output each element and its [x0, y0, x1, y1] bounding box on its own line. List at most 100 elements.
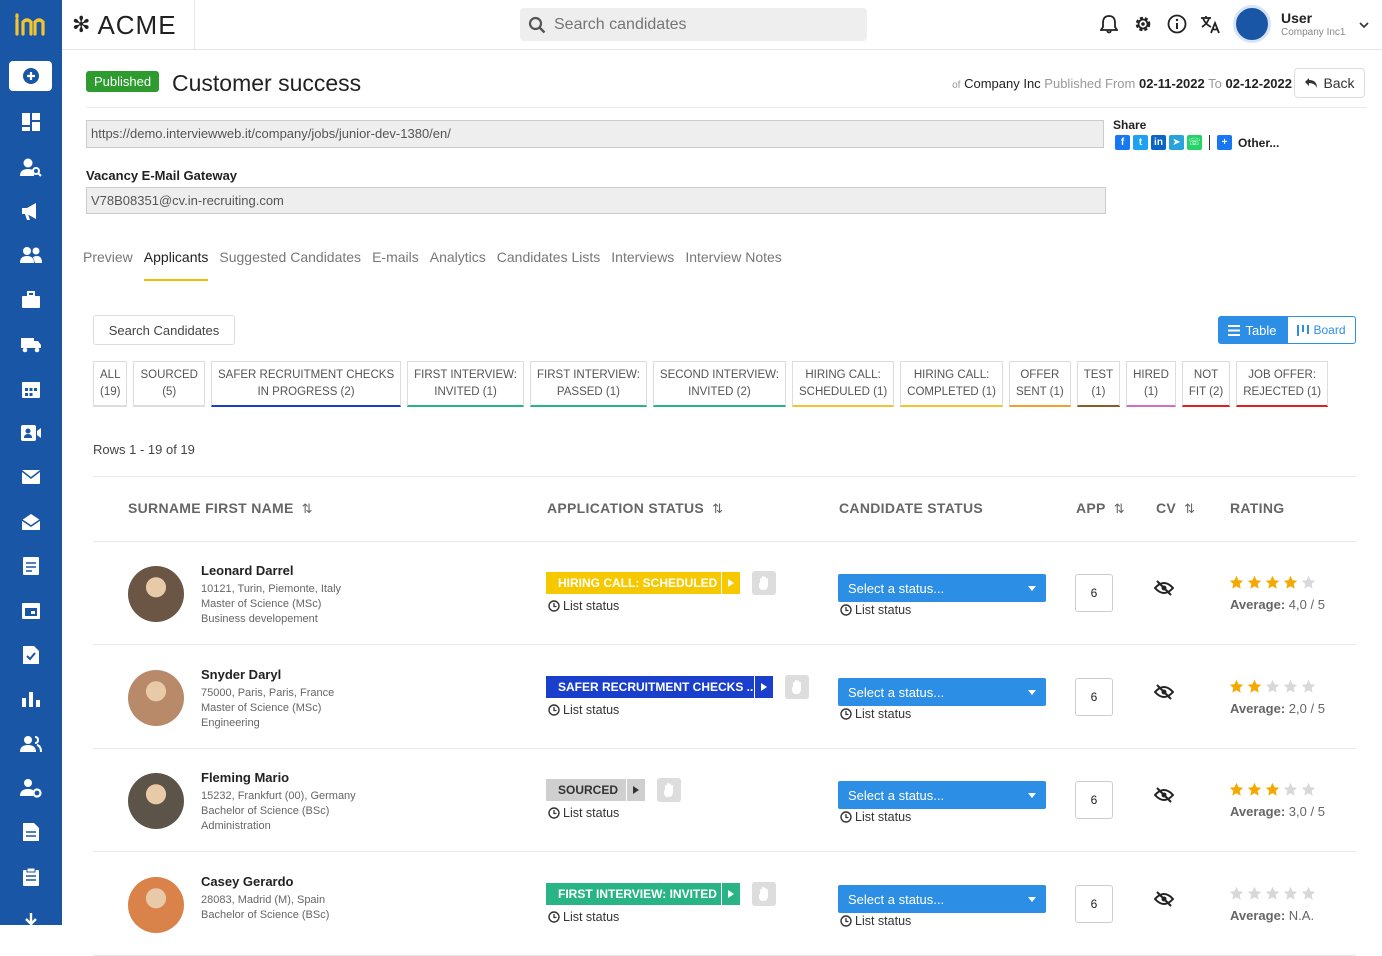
col-header-cv[interactable]: CV ⇅	[1156, 500, 1195, 517]
status-filter[interactable]: SOURCED (5)	[133, 361, 205, 407]
sidebar-item-user-settings[interactable]	[0, 766, 62, 810]
info-button[interactable]	[1166, 12, 1188, 36]
star-icon[interactable]	[1283, 679, 1298, 694]
candidate-name[interactable]: Leonard Darrel	[201, 563, 293, 578]
status-filter[interactable]: TEST (1)	[1076, 361, 1121, 407]
sidebar-item-schedule[interactable]	[0, 588, 62, 632]
search-input[interactable]	[554, 15, 854, 34]
status-filter[interactable]: HIRING CALL: SCHEDULED (1)	[791, 361, 895, 407]
brand-logo[interactable]: ✻ ACME	[62, 0, 195, 50]
table-row[interactable]: Casey Gerardo 28083, Madrid (M), Spain B…	[93, 853, 1356, 956]
sort-icon[interactable]: ⇅	[302, 501, 313, 516]
gateway-email-field[interactable]: V78B08351@cv.in-recruiting.com	[86, 187, 1106, 214]
telegram-icon[interactable]: ➤	[1169, 135, 1184, 150]
star-icon[interactable]	[1247, 782, 1262, 797]
star-icon[interactable]	[1283, 575, 1298, 590]
status-label[interactable]: SOURCED	[546, 779, 626, 801]
table-row[interactable]: Fleming Mario 15232, Frankfurt (00), Ger…	[93, 749, 1356, 852]
candidate-name[interactable]: Fleming Mario	[201, 770, 289, 785]
rating-stars[interactable]	[1229, 782, 1316, 797]
sidebar-item-campaigns[interactable]	[0, 189, 62, 233]
cv-button[interactable]	[1153, 580, 1175, 601]
star-icon[interactable]	[1301, 679, 1316, 694]
candidate-status-select[interactable]: Select a status...	[838, 885, 1046, 913]
app-count[interactable]: 6	[1075, 781, 1113, 819]
sidebar-item-calendar[interactable]	[0, 366, 62, 410]
status-next-button[interactable]	[722, 572, 740, 594]
status-filter[interactable]: NOT FIT (2)	[1181, 361, 1231, 407]
search-candidates-button[interactable]: Search Candidates	[93, 315, 235, 345]
sidebar-item-candidate-search[interactable]	[0, 144, 62, 188]
status-filter[interactable]: JOB OFFER: REJECTED (1)	[1236, 361, 1329, 407]
cv-button[interactable]	[1153, 684, 1175, 705]
notifications-button[interactable]	[1098, 12, 1120, 36]
avatar[interactable]	[128, 566, 184, 622]
sort-icon[interactable]: ⇅	[1114, 501, 1125, 516]
settings-button[interactable]	[1132, 12, 1154, 36]
sidebar-item-tasks[interactable]	[0, 633, 62, 677]
list-status-link[interactable]: List status	[840, 603, 911, 617]
status-filter[interactable]: SAFER RECRUITMENT CHECKS IN PROGRESS (2)	[210, 361, 402, 407]
table-row[interactable]: Leonard Darrel 10121, Turin, Piemonte, I…	[93, 542, 1356, 645]
language-button[interactable]	[1200, 12, 1222, 36]
status-filter[interactable]: SECOND INTERVIEW: INVITED (2)	[652, 361, 786, 407]
sidebar-item-reports[interactable]	[0, 677, 62, 721]
col-header-app-status[interactable]: APPLICATION STATUS ⇅	[547, 500, 723, 517]
sidebar-item-download[interactable]	[0, 899, 62, 943]
sidebar-item-mail[interactable]	[0, 455, 62, 499]
candidate-name[interactable]: Casey Gerardo	[201, 874, 294, 889]
sidebar-item-team[interactable]	[0, 721, 62, 765]
sort-icon[interactable]: ⇅	[712, 501, 723, 516]
add-button[interactable]	[9, 61, 52, 91]
user-menu-toggle[interactable]	[1359, 16, 1369, 34]
status-filter[interactable]: HIRING CALL: COMPLETED (1)	[900, 361, 1003, 407]
candidate-status-select[interactable]: Select a status...	[838, 781, 1046, 809]
list-status-link[interactable]: List status	[840, 914, 911, 928]
sidebar-item-interviews[interactable]	[0, 411, 62, 455]
whatsapp-icon[interactable]: ☏	[1187, 135, 1202, 150]
user-avatar[interactable]	[1233, 5, 1271, 43]
hand-button[interactable]	[752, 882, 776, 906]
sort-icon[interactable]: ⇅	[1184, 501, 1195, 516]
plus-icon[interactable]: +	[1217, 135, 1232, 150]
hand-button[interactable]	[752, 571, 776, 595]
user-name[interactable]: User	[1281, 10, 1312, 26]
sidebar-item-dashboard[interactable]	[0, 100, 62, 144]
star-icon[interactable]	[1229, 575, 1244, 590]
sidebar-item-users[interactable]	[0, 233, 62, 277]
job-url-field[interactable]: https://demo.interviewweb.it/company/job…	[86, 120, 1104, 148]
app-count[interactable]: 6	[1075, 574, 1113, 612]
app-count[interactable]: 6	[1075, 885, 1113, 923]
avatar[interactable]	[128, 670, 184, 726]
tab-preview[interactable]: Preview	[83, 249, 133, 281]
status-label[interactable]: SAFER RECRUITMENT CHECKS ...	[546, 676, 754, 698]
status-filter[interactable]: HIRED (1)	[1126, 361, 1176, 407]
facebook-icon[interactable]: f	[1115, 135, 1130, 150]
avatar[interactable]	[128, 773, 184, 829]
star-icon[interactable]	[1283, 782, 1298, 797]
status-next-button[interactable]	[627, 779, 645, 801]
sidebar-item-delivery[interactable]	[0, 322, 62, 366]
list-status-link[interactable]: List status	[548, 910, 619, 924]
star-icon[interactable]	[1301, 886, 1316, 901]
rating-stars[interactable]	[1229, 679, 1316, 694]
star-icon[interactable]	[1229, 679, 1244, 694]
list-status-link[interactable]: List status	[840, 810, 911, 824]
star-icon[interactable]	[1229, 782, 1244, 797]
star-icon[interactable]	[1265, 575, 1280, 590]
sidebar-item-jobs[interactable]	[0, 278, 62, 322]
tab-suggested-candidates[interactable]: Suggested Candidates	[219, 249, 361, 281]
status-filter[interactable]: ALL (19)	[93, 361, 128, 407]
table-view-button[interactable]: Table	[1218, 316, 1287, 344]
list-status-link[interactable]: List status	[840, 707, 911, 721]
status-next-button[interactable]	[722, 883, 740, 905]
tab-interviews[interactable]: Interviews	[611, 249, 674, 281]
star-icon[interactable]	[1301, 782, 1316, 797]
tab-candidates-lists[interactable]: Candidates Lists	[497, 249, 601, 281]
list-status-link[interactable]: List status	[548, 599, 619, 613]
table-row[interactable]: Snyder Daryl 75000, Paris, Paris, France…	[93, 646, 1356, 749]
status-next-button[interactable]	[755, 676, 773, 698]
back-button[interactable]: Back	[1294, 68, 1365, 98]
linkedin-icon[interactable]: in	[1151, 135, 1166, 150]
star-icon[interactable]	[1229, 886, 1244, 901]
